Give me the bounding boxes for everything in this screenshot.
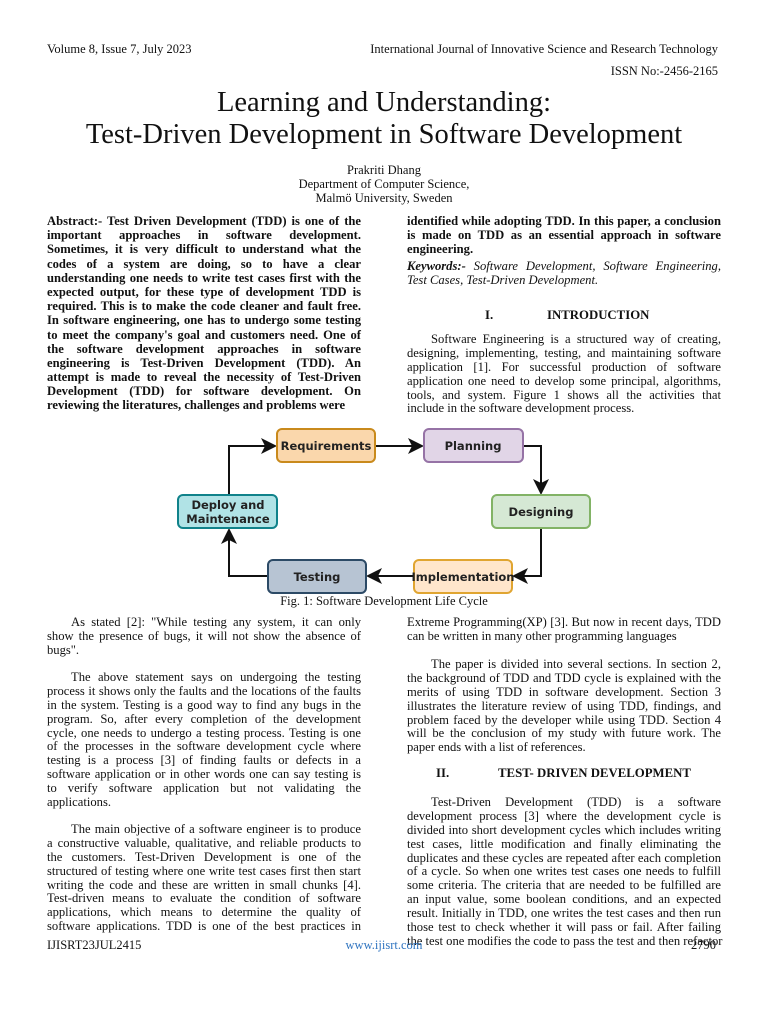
text-line: bugs". [47,642,80,657]
text-line: Extreme Programming(XP) [3]. But now in … [407,615,721,629]
text-line: in the system. Testing is a good way to … [47,697,361,712]
text-line: software application or in other words o… [47,767,361,782]
text-line: testing is a process [3] of finding faul… [47,753,361,768]
box-implementation: Implementation [412,559,515,594]
body-left-paragraph-3: The main objective of a software enginee… [47,822,361,934]
text-line: divided into short development cycles wh… [407,822,721,837]
text-line: cycle, one needs to undergo a testing pr… [47,725,361,740]
text-line: paper ends with a list of references. [407,740,586,755]
text-line: of a cycle. So when one writes test case… [407,864,721,879]
text-line: Test-Driven Development (TDD) is a softw… [431,795,721,809]
svg-text:Implementation: Implementation [412,570,515,584]
svg-text:Planning: Planning [445,439,502,453]
text-line: structured of testing where one write te… [47,863,361,878]
arrow-designing-to-implementation [512,528,542,584]
arrow-deploy-to-requirements [228,438,277,495]
text-line: illustrates the literature review of usi… [407,698,721,713]
text-line: problem faced by the developer while usi… [407,712,721,727]
text-line: the customers. Test-Driven Development i… [47,849,361,864]
text-line: show the presence of bugs, it will not s… [47,628,361,643]
text-line: applications. [47,795,112,810]
text-line: The main objective of a software enginee… [71,822,361,836]
body-right-paragraph-2: The paper is divided into several sectio… [407,657,721,755]
text-line: can be written in many other programming… [407,628,677,643]
page-number: 2790 [691,938,716,952]
svg-text:Requirements: Requirements [281,439,372,453]
figure-caption: Fig. 1: Software Development Life Cycle [280,594,488,608]
text-line: test cases, little modification and fina… [407,836,721,851]
text-line: writing the code and these are written i… [47,877,361,892]
text-line: a constructive valuable, qualitative, an… [47,835,361,850]
text-line: result. Initially in TDD, one writes the… [407,906,721,921]
text-line: to verify software application but not v… [47,781,361,796]
box-requirements: Requirements [276,428,376,463]
svg-text:Testing: Testing [294,570,341,584]
svg-text:Maintenance: Maintenance [186,512,270,526]
text-line: merits of using TDD in software developm… [407,684,721,699]
text-line: an input value, some boolean conditions,… [407,892,721,907]
text-line: software applications. TDD is one of the… [47,919,361,934]
arrow-planning-to-designing [523,445,549,495]
text-line: process it shows only the faults and the… [47,683,361,698]
box-designing: Designing [491,494,591,529]
body-right-paragraph-3: Test-Driven Development (TDD) is a softw… [407,795,722,949]
svg-text:Designing: Designing [509,505,574,519]
text-line: Test-driven means to evaluate the condit… [47,891,361,906]
text-line: development process [3] where the develo… [407,808,721,823]
text-line: applications, which means to determine t… [47,905,361,920]
text-line: As stated [2]: "While testing any system… [71,615,361,629]
text-line: those test to check whether it will pass… [407,920,721,935]
sdlc-diagram: Requirements Planning Designing Implemen… [177,428,591,594]
text-line: the background of TDD and TDD cycle is e… [407,670,721,685]
svg-text:Deploy and: Deploy and [191,498,264,512]
text-line: some criteria. The criteria that are nee… [407,878,721,893]
text-line: will be the conclusion of my study with … [407,726,721,741]
arrow-testing-to-deploy [221,528,268,577]
body-left-paragraph-2: The above statement says on undergoing t… [47,670,361,810]
box-deploy-maintenance: Deploy andMaintenance [177,494,278,529]
text-line: The paper is divided into several sectio… [431,657,721,671]
text-line: program. So, after every completion of t… [47,711,361,726]
body-left-paragraph-1: As stated [2]: "While testing any system… [47,615,361,658]
section-heading-tdd: II. TEST- DRIVEN DEVELOPMENT [436,766,691,780]
text-line: of the processes in the software develop… [47,739,361,754]
box-testing: Testing [267,559,367,594]
journal-url-link[interactable]: www.ijisrt.com [346,938,423,952]
box-planning: Planning [423,428,524,463]
text-line: The above statement says on undergoing t… [71,670,361,684]
body-right-paragraph-1: Extreme Programming(XP) [3]. But now in … [407,615,721,644]
text-line: duplicates and these cycles are repeated… [407,850,721,865]
